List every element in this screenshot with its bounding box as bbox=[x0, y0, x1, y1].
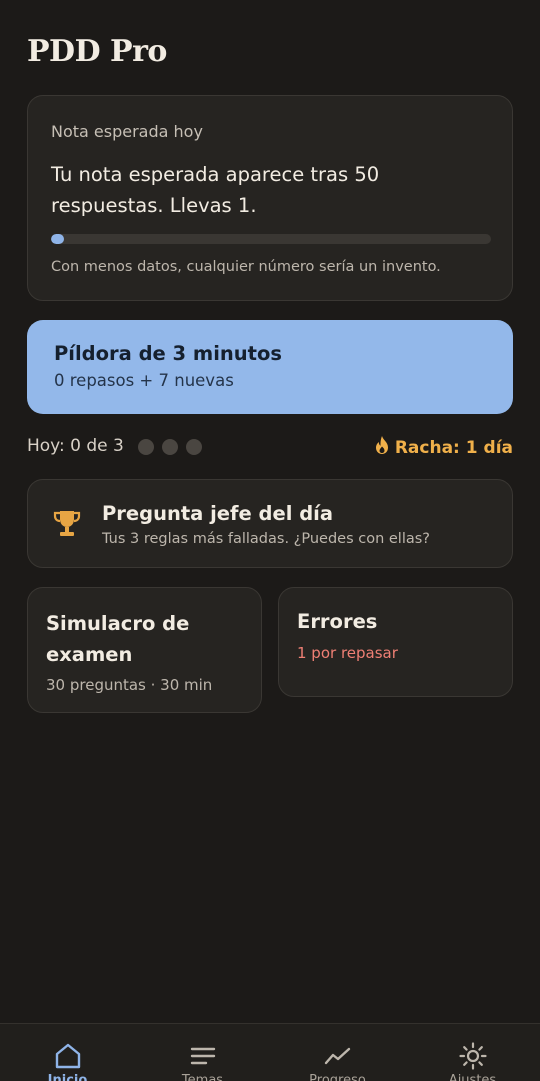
daily-dot bbox=[186, 439, 202, 455]
daily-progress-row: Hoy: 0 de 3 Racha: 1 día bbox=[27, 435, 513, 459]
streak-text: Racha: 1 día bbox=[394, 437, 513, 458]
boss-subtitle: Tus 3 reglas más falladas. ¿Puedes con e… bbox=[102, 531, 430, 547]
grade-note: Con menos datos, cualquier número sería … bbox=[51, 259, 441, 275]
expected-grade-card: Nota esperada hoy Tu nota esperada apare… bbox=[27, 95, 513, 301]
pill-subtitle: 0 repasos + 7 nuevas bbox=[54, 371, 234, 390]
grade-card-label: Nota esperada hoy bbox=[51, 122, 203, 141]
pill-title: Píldora de 3 minutos bbox=[54, 342, 283, 365]
exam-title: Simulacro de examen bbox=[46, 612, 190, 666]
bottom-nav: Inicio Temas Progreso Ajustes bbox=[0, 1023, 540, 1081]
nav-item-inicio[interactable]: Inicio bbox=[0, 1024, 135, 1081]
quick-pill-button[interactable]: Píldora de 3 minutos 0 repasos + 7 nueva… bbox=[27, 320, 513, 414]
grade-message: Tu nota esperada aparece tras 50 respues… bbox=[51, 163, 380, 217]
errors-title: Errores bbox=[297, 610, 378, 633]
nav-item-progreso[interactable]: Progreso bbox=[270, 1024, 405, 1081]
app-title: PDD Pro bbox=[27, 34, 167, 69]
today-count: Hoy: 0 de 3 bbox=[27, 436, 124, 456]
boss-title: Pregunta jefe del día bbox=[102, 502, 333, 525]
flame-icon bbox=[373, 435, 391, 460]
errors-card[interactable]: Errores 1 por repasar bbox=[278, 587, 513, 697]
nav-item-ajustes[interactable]: Ajustes bbox=[405, 1024, 540, 1081]
errors-subtitle: 1 por repasar bbox=[297, 644, 398, 662]
mock-exam-card[interactable]: Simulacro de examen 30 preguntas · 30 mi… bbox=[27, 587, 262, 713]
answers-progress-fill bbox=[51, 234, 65, 244]
exam-subtitle: 30 preguntas · 30 min bbox=[46, 676, 213, 694]
boss-question-card[interactable]: Pregunta jefe del día Tus 3 reglas más f… bbox=[27, 479, 513, 568]
trophy-icon bbox=[52, 508, 82, 540]
streak-badge: Racha: 1 día bbox=[373, 435, 513, 460]
answers-progress-bar bbox=[51, 234, 491, 244]
daily-dots bbox=[138, 439, 202, 455]
nav-item-temas[interactable]: Temas bbox=[135, 1024, 270, 1081]
daily-dot bbox=[162, 439, 178, 455]
daily-dot bbox=[138, 439, 154, 455]
